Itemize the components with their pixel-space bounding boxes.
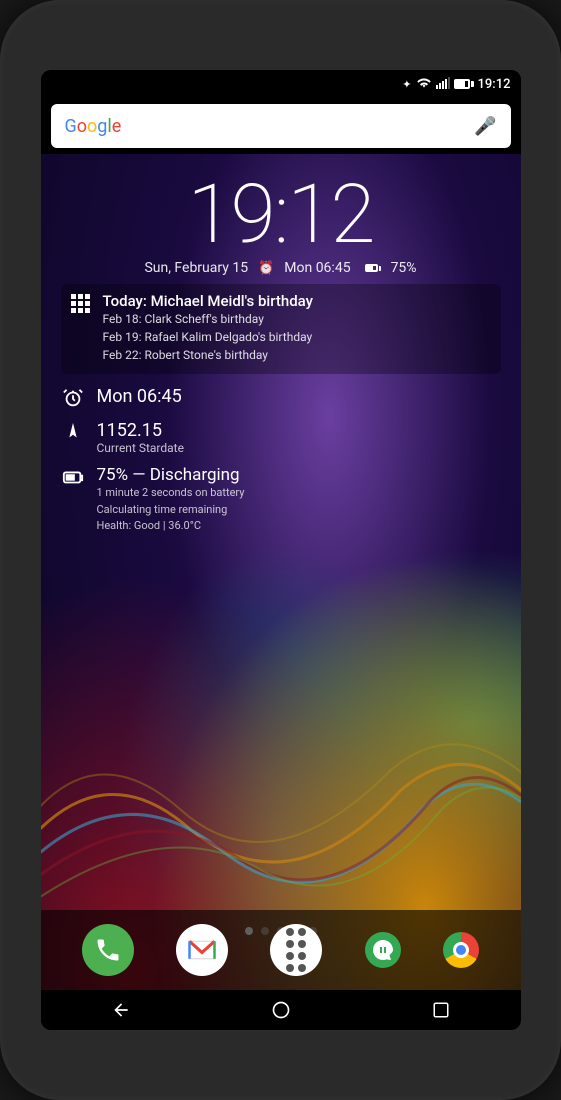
big-clock: 19:12	[61, 174, 501, 256]
phone-screen: ✦ 19:12 G o o	[41, 70, 521, 1030]
stardate-widget: 1152.15 Current Stardate	[61, 420, 501, 455]
battery-pct-sub: 75%	[391, 260, 417, 276]
dock-hangouts-icon[interactable]	[365, 932, 401, 968]
stardate-label: Current Stardate	[97, 441, 184, 455]
widget-area: 19:12 Sun, February 15 ⏰ Mon 06:45 75%	[41, 154, 521, 1030]
startrek-icon	[61, 420, 85, 444]
signal-icon	[436, 77, 450, 92]
clock-date: Sun, February 15	[144, 260, 248, 276]
clock-widget: 19:12 Sun, February 15 ⏰ Mon 06:45 75%	[61, 174, 501, 276]
status-icons: ✦ 19:12	[402, 77, 510, 92]
battery-sub-1: 1 minute 2 seconds on battery	[97, 485, 245, 502]
alarm-text: Mon 06:45	[97, 386, 182, 407]
battery-mini-icon	[365, 264, 381, 272]
alarm-mini-icon: ⏰	[258, 261, 274, 276]
calendar-today: Today: Michael Meidl's birthday	[103, 292, 491, 310]
calendar-widget: Today: Michael Meidl's birthday Feb 18: …	[61, 284, 501, 374]
calendar-text: Today: Michael Meidl's birthday Feb 18: …	[103, 292, 491, 364]
calendar-entry-2: Feb 19: Rafael Kalim Delgado's birthday	[103, 328, 491, 346]
wifi-icon	[416, 77, 432, 92]
calendar-row: Today: Michael Meidl's birthday Feb 18: …	[71, 292, 491, 364]
calendar-entry-1: Feb 18: Clark Scheff's birthday	[103, 310, 491, 328]
battery-icon	[454, 79, 474, 89]
clock-minutes: 12	[287, 167, 373, 263]
stardate-text: 1152.15 Current Stardate	[97, 420, 184, 455]
alarm-icon	[61, 386, 85, 410]
clock-hours: 19	[187, 167, 273, 263]
status-time: 19:12	[478, 77, 511, 92]
clock-colon: :	[274, 167, 288, 263]
dock-chrome-icon[interactable]	[443, 932, 479, 968]
calendar-entry-3: Feb 22: Robert Stone's birthday	[103, 346, 491, 364]
mic-icon[interactable]: 🎤	[474, 116, 496, 137]
battery-sub-3: Health: Good | 36.0°C	[97, 518, 245, 535]
stardate-value: 1152.15	[97, 420, 184, 441]
recents-button[interactable]	[421, 995, 461, 1025]
calendar-icon	[71, 294, 93, 316]
search-bar[interactable]: G o o g l e 🎤	[51, 104, 511, 148]
battery-widget: 75% — Discharging 1 minute 2 seconds on …	[61, 465, 501, 535]
google-logo: G o o g l e	[65, 116, 475, 137]
home-button[interactable]	[261, 995, 301, 1025]
dock	[41, 910, 521, 990]
bluetooth-icon: ✦	[402, 78, 411, 91]
battery-sub-2: Calculating time remaining	[97, 502, 245, 519]
nav-bar	[41, 990, 521, 1030]
battery-text: 75% — Discharging 1 minute 2 seconds on …	[97, 465, 245, 535]
status-bar: ✦ 19:12	[41, 70, 521, 98]
battery-main: 75% — Discharging	[97, 465, 245, 485]
clock-alarm-sub: Mon 06:45	[284, 260, 350, 276]
alarm-widget: Mon 06:45	[61, 386, 501, 410]
battery-widget-icon	[61, 465, 85, 489]
dock-gmail-icon[interactable]	[176, 924, 228, 976]
back-button[interactable]	[101, 995, 141, 1025]
dock-phone-icon[interactable]	[82, 924, 134, 976]
dock-launcher-icon[interactable]	[270, 924, 322, 976]
phone-frame: ✦ 19:12 G o o	[0, 0, 561, 1100]
wallpaper: 19:12 Sun, February 15 ⏰ Mon 06:45 75%	[41, 154, 521, 1030]
alarm-time: Mon 06:45	[97, 386, 182, 407]
